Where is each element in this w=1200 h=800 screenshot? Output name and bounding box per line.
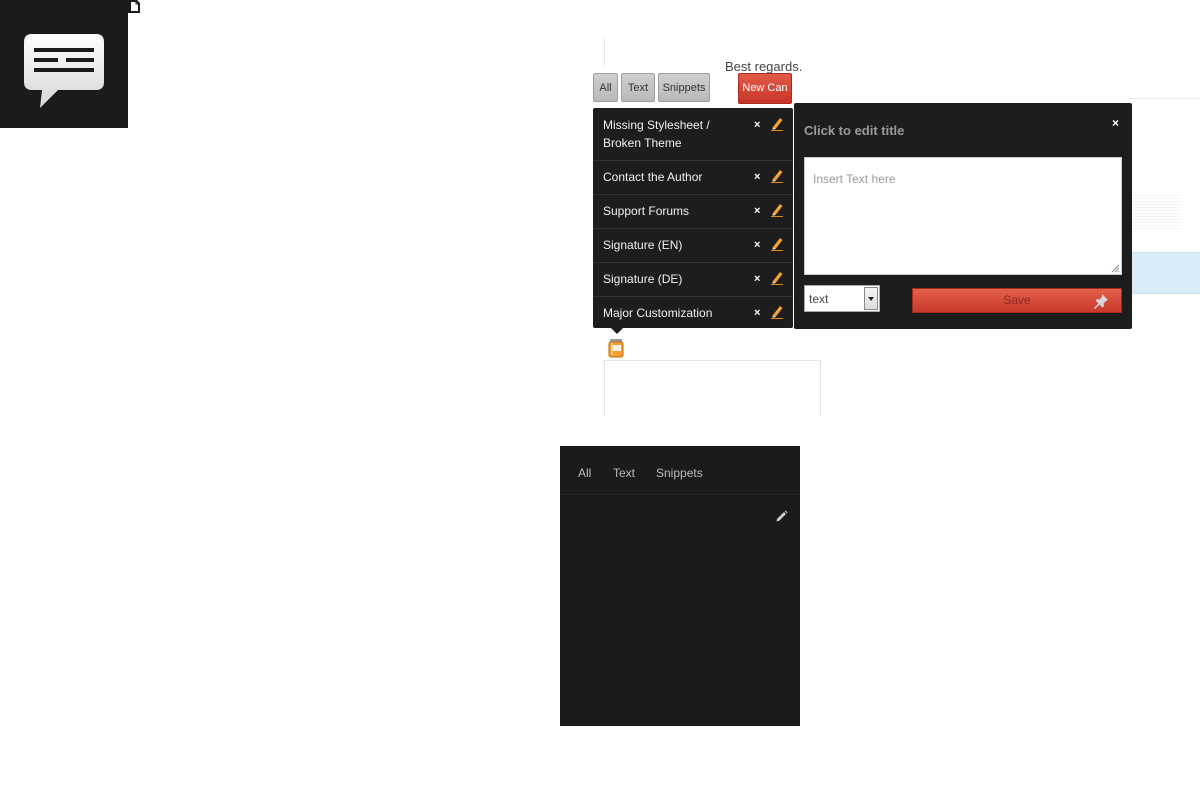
- edit-pencil-icon[interactable]: [770, 169, 784, 183]
- panel-divider: [560, 494, 800, 495]
- editor-title[interactable]: Click to edit title: [804, 123, 904, 138]
- background-reply-box[interactable]: [604, 360, 821, 416]
- speech-bubble-icon: [24, 34, 104, 108]
- pin-icon: [1094, 294, 1108, 309]
- corner-page-icon: [128, 0, 140, 13]
- delete-icon[interactable]: ×: [754, 239, 760, 251]
- delete-icon[interactable]: ×: [754, 205, 760, 217]
- new-can-button[interactable]: New Can: [738, 73, 792, 104]
- can-item-label: Support Forums: [603, 204, 690, 218]
- edit-pencil-icon[interactable]: [775, 510, 788, 523]
- can-editor-panel: Click to edit title × Insert Text here t…: [794, 103, 1132, 329]
- text-placeholder: Insert Text here: [813, 172, 896, 186]
- tab-snippets[interactable]: Snippets: [656, 466, 703, 480]
- can-jar-icon[interactable]: [607, 338, 625, 358]
- tab-all[interactable]: All: [578, 466, 591, 480]
- can-item[interactable]: Signature (DE) ×: [593, 263, 793, 297]
- tab-text[interactable]: Text: [613, 466, 635, 480]
- can-item-label-line: Missing Stylesheet /: [603, 118, 710, 132]
- background-pattern: [1132, 193, 1180, 229]
- can-item[interactable]: Contact the Author ×: [593, 161, 793, 195]
- edit-pencil-icon[interactable]: [770, 305, 784, 319]
- can-type-select[interactable]: text: [804, 285, 880, 312]
- app-icon-tile[interactable]: [0, 0, 140, 128]
- edit-pencil-icon[interactable]: [770, 117, 784, 131]
- can-item-label: Signature (EN): [603, 238, 683, 252]
- can-item-label: Missing Stylesheet / Broken Theme: [603, 116, 743, 152]
- lower-can-panel: All Text Snippets: [560, 446, 800, 726]
- list-pointer-arrow: [611, 328, 623, 334]
- can-item-label: Major Customization: [603, 306, 713, 320]
- save-button-label: Save: [1003, 293, 1031, 307]
- delete-icon[interactable]: ×: [754, 171, 760, 183]
- can-item[interactable]: Missing Stylesheet / Broken Theme ×: [593, 108, 793, 161]
- can-item[interactable]: Major Customization ×: [593, 297, 793, 328]
- edit-pencil-icon[interactable]: [770, 271, 784, 285]
- edit-pencil-icon[interactable]: [770, 237, 784, 251]
- can-list: Missing Stylesheet / Broken Theme × Cont…: [593, 108, 793, 328]
- close-icon[interactable]: ×: [1112, 116, 1119, 130]
- can-text-input[interactable]: Insert Text here: [804, 157, 1122, 275]
- can-item[interactable]: Support Forums ×: [593, 195, 793, 229]
- filter-all-button[interactable]: All: [593, 73, 618, 102]
- chevron-down-icon[interactable]: [864, 287, 878, 310]
- background-dotted-line: [1130, 98, 1200, 100]
- save-button[interactable]: Save: [912, 288, 1122, 313]
- can-item-label-line: Broken Theme: [603, 136, 682, 150]
- delete-icon[interactable]: ×: [754, 307, 760, 319]
- can-item[interactable]: Signature (EN) ×: [593, 229, 793, 263]
- email-closing-text: Best regards.: [725, 59, 803, 74]
- delete-icon[interactable]: ×: [754, 273, 760, 285]
- resize-grip-icon[interactable]: [1110, 263, 1120, 273]
- filter-snippets-button[interactable]: Snippets: [658, 73, 710, 102]
- filter-text-button[interactable]: Text: [621, 73, 655, 102]
- can-type-value: text: [809, 292, 829, 306]
- can-item-label: Signature (DE): [603, 272, 683, 286]
- edit-pencil-icon[interactable]: [770, 203, 784, 217]
- delete-icon[interactable]: ×: [754, 119, 760, 131]
- background-highlight-strip: [1132, 252, 1200, 294]
- background-divider: [604, 38, 605, 66]
- can-item-label: Contact the Author: [603, 170, 703, 184]
